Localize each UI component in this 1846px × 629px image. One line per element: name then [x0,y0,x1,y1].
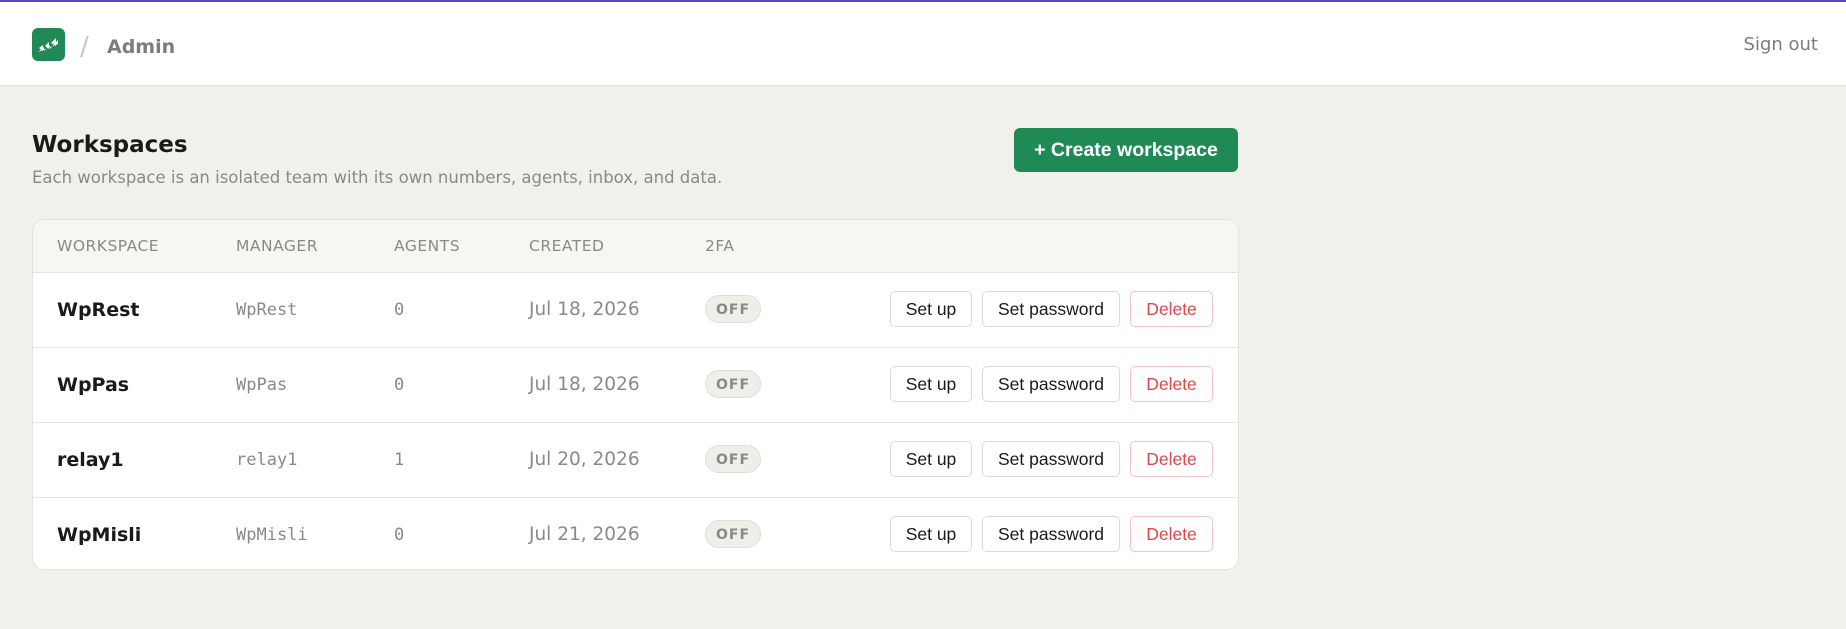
breadcrumb-separator: / [80,32,89,62]
column-header-created: CREATED [529,237,605,255]
table-row: WpPas WpPas 0 Jul 18, 2026 OFF Set up Se… [33,348,1238,423]
created-date: Jul 21, 2026 [529,524,640,545]
workspace-name: relay1 [57,449,124,471]
breadcrumb-admin[interactable]: Admin [107,35,175,59]
created-date: Jul 18, 2026 [529,299,640,320]
agents-count: 0 [394,375,405,395]
twofa-status-badge: OFF [705,295,761,323]
workspaces-table: WORKSPACE MANAGER AGENTS CREATED 2FA WpR… [32,219,1239,570]
set-up-button[interactable]: Set up [890,441,972,477]
create-workspace-button[interactable]: + Create workspace [1014,128,1238,172]
column-header-agents: AGENTS [394,237,461,255]
delete-button[interactable]: Delete [1130,516,1213,552]
created-date: Jul 20, 2026 [529,449,640,470]
column-header-2fa: 2FA [705,237,735,255]
created-date: Jul 18, 2026 [529,374,640,395]
page-title: Workspaces [32,132,188,158]
set-password-button[interactable]: Set password [982,441,1120,477]
logo-icon[interactable] [32,28,65,61]
manager-name: WpPas [236,375,288,395]
table-row: WpRest WpRest 0 Jul 18, 2026 OFF Set up … [33,273,1238,348]
table-header: WORKSPACE MANAGER AGENTS CREATED 2FA [33,220,1238,273]
set-up-button[interactable]: Set up [890,516,972,552]
set-up-button[interactable]: Set up [890,366,972,402]
manager-name: WpMisli [236,525,308,545]
delete-button[interactable]: Delete [1130,291,1213,327]
twofa-status-badge: OFF [705,370,761,398]
sign-out-link[interactable]: Sign out [1744,33,1818,57]
workspace-name: WpPas [57,374,130,396]
agents-count: 0 [394,300,405,320]
set-password-button[interactable]: Set password [982,516,1120,552]
set-password-button[interactable]: Set password [982,366,1120,402]
manager-name: relay1 [236,450,298,470]
manager-name: WpRest [236,300,298,320]
agents-count: 0 [394,525,405,545]
column-header-manager: MANAGER [236,237,318,255]
workspace-name: WpRest [57,299,140,321]
set-password-button[interactable]: Set password [982,291,1120,327]
table-row: relay1 relay1 1 Jul 20, 2026 OFF Set up … [33,423,1238,498]
logo-arrows-icon [38,38,58,52]
delete-button[interactable]: Delete [1130,441,1213,477]
app-header: / Admin Sign out [0,2,1846,86]
column-header-workspace: WORKSPACE [57,237,160,255]
twofa-status-badge: OFF [705,520,761,548]
table-row: WpMisli WpMisli 0 Jul 21, 2026 OFF Set u… [33,498,1238,569]
page-subtitle: Each workspace is an isolated team with … [32,168,723,187]
delete-button[interactable]: Delete [1130,366,1213,402]
set-up-button[interactable]: Set up [890,291,972,327]
agents-count: 1 [394,450,405,470]
twofa-status-badge: OFF [705,445,761,473]
workspace-name: WpMisli [57,524,142,546]
